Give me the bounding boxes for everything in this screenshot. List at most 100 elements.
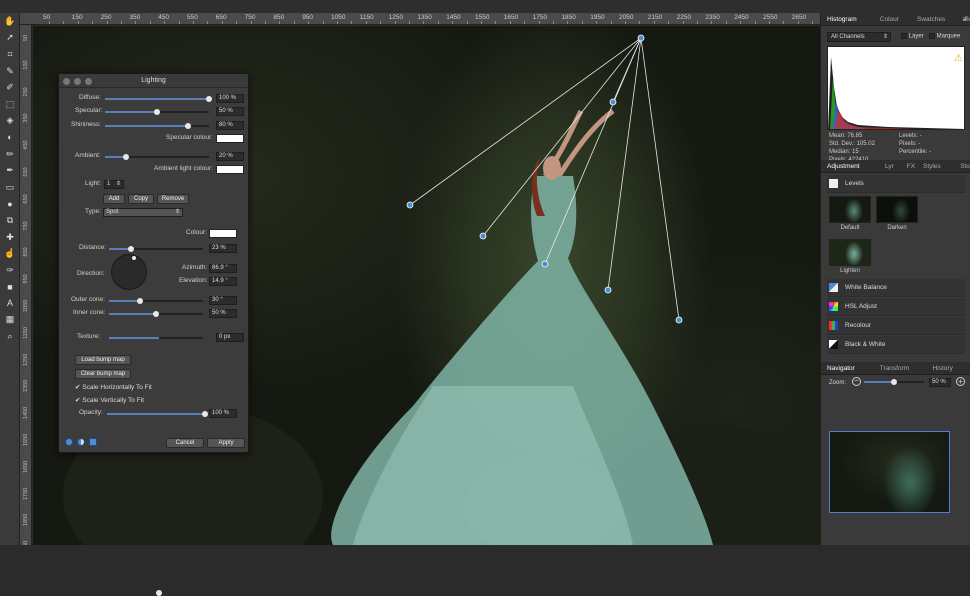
navigator-preview[interactable] <box>829 431 950 513</box>
scale-horizontal-checkbox[interactable]: ✔ Scale Horizontally To Fit <box>75 383 152 391</box>
clear-bump-map-button[interactable]: Clear bump map <box>75 369 131 379</box>
zoom-out-icon[interactable]: − <box>852 377 861 386</box>
preview-full-icon[interactable] <box>65 438 73 446</box>
cancel-button[interactable]: Cancel <box>166 438 204 448</box>
light-handle <box>609 98 617 106</box>
histogram-tab-histogram[interactable]: Histogram <box>827 16 857 23</box>
preset-darken-thumb[interactable] <box>876 196 918 223</box>
text-icon[interactable]: A <box>0 295 20 312</box>
zoom-in-icon[interactable]: + <box>956 377 965 386</box>
inner-cone-value[interactable]: 50 % <box>209 309 237 318</box>
slider-knob[interactable] <box>185 123 192 129</box>
outer-cone-slider[interactable] <box>109 300 141 302</box>
shininess-slider[interactable] <box>105 125 189 127</box>
texture-slider[interactable] <box>109 337 159 339</box>
slider-knob[interactable] <box>206 96 212 102</box>
add-light-button[interactable]: Add <box>103 194 125 204</box>
hsl-adjustment[interactable]: HSL Adjust <box>827 298 965 316</box>
adjustment-tab-fx[interactable]: FX <box>907 163 915 170</box>
lighting-dialog[interactable]: Lighting Diffuse: 100 % Specular: 50 % S… <box>58 73 249 596</box>
slider-knob[interactable] <box>137 298 144 304</box>
brush-icon[interactable]: ✎ <box>0 63 20 80</box>
distance-value[interactable]: 23 % <box>209 244 237 253</box>
diffuse-value[interactable]: 100 % <box>216 94 244 103</box>
load-bump-map-button[interactable]: Load bump map <box>75 355 131 365</box>
preset-lighten-thumb[interactable] <box>829 239 871 266</box>
texture-knob[interactable] <box>156 590 162 596</box>
shape-icon[interactable]: ■ <box>0 279 20 296</box>
histogram-tab-swatches[interactable]: Swatches <box>917 16 945 23</box>
outer-cone-label: Outer cone: <box>71 296 105 303</box>
dialog-titlebar[interactable]: Lighting <box>59 74 248 88</box>
zoom-slider-knob[interactable] <box>891 379 897 385</box>
light-stepper[interactable]: 1 ⇕ <box>104 180 124 189</box>
smudge-icon[interactable]: ☝ <box>0 245 20 262</box>
histogram-tab-brushes[interactable]: Brushes <box>965 16 970 23</box>
dodge-icon[interactable]: ● <box>0 196 20 213</box>
outer-cone-value[interactable]: 30 ° <box>209 296 237 305</box>
navigator-tab-transform[interactable]: Transform <box>880 365 909 372</box>
zoom-value[interactable]: 50 % <box>929 378 951 387</box>
gradient-icon[interactable]: ◐ <box>0 129 20 146</box>
slider-knob[interactable] <box>127 246 134 252</box>
specular-colour-swatch[interactable] <box>216 134 244 143</box>
stepper-icon[interactable]: ⇕ <box>116 181 123 188</box>
inner-cone-slider[interactable] <box>109 313 156 315</box>
layer-checkbox[interactable]: Layer <box>901 33 924 40</box>
flood-fill-icon[interactable]: ◈ <box>0 113 20 130</box>
scale-vertical-checkbox[interactable]: ✔ Scale Vertically To Fit <box>75 396 144 404</box>
adjustment-tab-stock[interactable]: Stock <box>960 163 970 170</box>
slider-knob[interactable] <box>153 311 159 317</box>
adjustment-tab-lyr[interactable]: Lyr <box>885 163 894 170</box>
ruler-tick-label: 450 <box>23 140 29 150</box>
slider-knob[interactable] <box>154 109 160 115</box>
black-white-adjustment[interactable]: Black & White <box>827 336 965 354</box>
clone-icon[interactable]: ⧉ <box>0 212 20 229</box>
histogram-tab-colour[interactable]: Colour <box>880 16 899 23</box>
light-colour-swatch[interactable] <box>209 229 237 238</box>
adjustment-tab-adjustment[interactable]: Adjustment <box>827 163 860 170</box>
adjustment-tab-styles[interactable]: Styles <box>923 163 941 170</box>
apply-button[interactable]: Apply <box>207 438 245 448</box>
azimuth-value[interactable]: 86.9 ° <box>209 264 237 273</box>
zoom-icon[interactable]: ⌕ <box>0 328 20 345</box>
white-balance-adjustment[interactable]: White Balance <box>827 279 965 297</box>
selection-brush-icon[interactable]: ✐ <box>0 79 20 96</box>
navigator-tab-navigator[interactable]: Navigator <box>827 365 855 372</box>
paint-brush-icon[interactable]: ✏ <box>0 146 20 163</box>
hand-icon[interactable]: ✋ <box>0 13 20 30</box>
navigator-tab-history[interactable]: History <box>933 365 953 372</box>
type-select[interactable]: Spot ⇕ <box>103 208 183 217</box>
opacity-slider[interactable] <box>107 413 205 415</box>
slider-knob[interactable] <box>122 154 129 160</box>
marquee-icon[interactable]: ⬚ <box>0 96 20 113</box>
eraser-icon[interactable]: ▭ <box>0 179 20 196</box>
copy-light-button[interactable]: Copy <box>128 194 154 204</box>
preview-mirror-icon[interactable] <box>89 438 97 446</box>
move-icon[interactable]: ➚ <box>0 30 20 47</box>
crop-icon[interactable]: ⌗ <box>0 46 20 63</box>
ambient-value[interactable]: 20 % <box>216 152 244 161</box>
ambient-colour-swatch[interactable] <box>216 165 244 174</box>
texture-value[interactable]: 0 px <box>216 333 244 342</box>
preview-split-icon[interactable] <box>77 438 85 446</box>
pen-icon[interactable]: ✑ <box>0 262 20 279</box>
direction-handle[interactable] <box>132 256 136 260</box>
paint-mixer-icon[interactable]: ✒ <box>0 162 20 179</box>
preset-default-thumb[interactable] <box>829 196 871 223</box>
specular-slider[interactable] <box>105 111 157 113</box>
opacity-value[interactable]: 100 % <box>209 409 237 418</box>
recolour-adjustment[interactable]: Recolour <box>827 317 965 335</box>
shininess-value[interactable]: 80 % <box>216 121 244 130</box>
ruler-tick <box>452 21 454 24</box>
channel-select[interactable]: All Channels ⇕ <box>827 32 891 42</box>
specular-value[interactable]: 50 % <box>216 107 244 116</box>
remove-light-button[interactable]: Remove <box>157 194 189 204</box>
levels-adjustment[interactable]: Levels <box>827 175 965 193</box>
diffuse-slider[interactable] <box>105 98 209 100</box>
mesh-icon[interactable]: ▦ <box>0 312 20 329</box>
slider-knob[interactable] <box>202 411 208 417</box>
blemish-icon[interactable]: ✚ <box>0 229 20 246</box>
elevation-value[interactable]: 14.9 ° <box>209 277 237 286</box>
marquee-checkbox[interactable]: Marquee <box>929 33 960 40</box>
